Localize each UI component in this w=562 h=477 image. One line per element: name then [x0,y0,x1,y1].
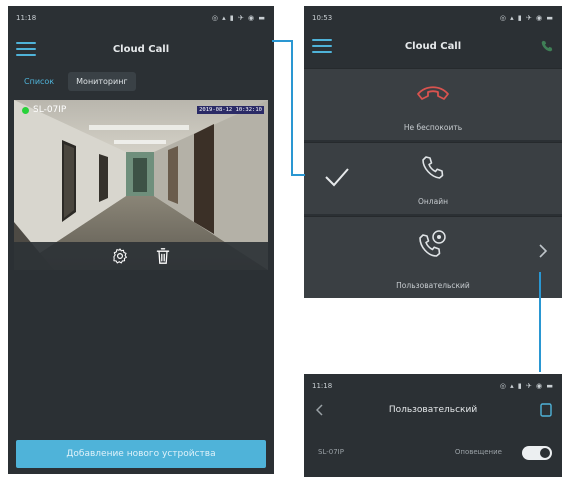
device-list-screen: 11:18 ◎ ▴ ▮ ✈ ◉ ▬ Cloud Call Список Мони… [8,6,274,474]
call-mode-screen: 10:53 ◎ ▴ ▮ ✈ ◉ ▬ Cloud Call Не беспокои… [304,6,562,298]
menu-icon[interactable] [312,39,332,53]
app-bar: Cloud Call [304,28,562,64]
save-icon[interactable] [540,403,552,417]
camera-toolbar [14,242,268,270]
device-name: SL-07IP [318,448,344,456]
status-icons: ◎ ▴ ▮ ✈ ◉ ▬ [499,382,554,390]
chevron-right-icon [539,244,548,258]
status-icons: ◎ ▴ ▮ ✈ ◉ ▬ [211,14,266,22]
option-do-not-disturb[interactable]: Не беспокоить [304,68,562,140]
app-bar: Cloud Call [8,30,274,68]
option-label: Онлайн [418,197,448,206]
connector-line [272,40,293,42]
option-custom[interactable]: Пользовательский [304,216,562,298]
option-online[interactable]: Онлайн [304,142,562,214]
app-title: Cloud Call [112,43,170,55]
camera-name-label: SL-07IP [22,105,66,115]
back-icon[interactable] [316,404,324,416]
tab-monitoring[interactable]: Мониторинг [68,72,136,91]
status-bar: 10:53 ◎ ▴ ▮ ✈ ◉ ▬ [304,6,562,30]
status-time: 11:18 [16,14,37,22]
gear-icon[interactable] [111,247,129,265]
alert-label: Оповещение [454,448,502,456]
stage: 11:18 ◎ ▴ ▮ ✈ ◉ ▬ Cloud Call Список Мони… [0,0,562,477]
camera-timestamp: 2019-08-12 10:32:10 [197,106,264,114]
phone-icon[interactable] [540,39,554,53]
status-bar: 11:18 ◎ ▴ ▮ ✈ ◉ ▬ [304,374,562,398]
status-bar: 11:18 ◎ ▴ ▮ ✈ ◉ ▬ [8,6,274,30]
connector-line [291,40,293,176]
app-title: Cloud Call [404,40,462,52]
status-time: 10:53 [312,14,333,22]
view-tabs: Список Мониторинг [16,72,136,91]
status-time: 11:18 [312,382,333,390]
online-dot [22,106,29,114]
tab-list[interactable]: Список [16,72,62,91]
phone-settings-icon [419,230,446,257]
camera-name: SL-07IP [33,105,67,115]
status-icons: ◎ ▴ ▮ ✈ ◉ ▬ [499,14,554,22]
app-bar: Пользовательский [304,396,562,424]
connector-line [291,174,305,176]
camera-preview[interactable]: SL-07IP 2019-08-12 10:32:10 [14,100,268,270]
phone-hangup-icon [417,86,449,100]
alert-toggle[interactable] [522,446,552,460]
trash-icon[interactable] [155,247,171,265]
option-label: Не беспокоить [403,123,463,132]
add-device-button[interactable]: Добавление нового устройства [16,440,266,468]
connector-line [539,272,541,372]
screen-title: Пользовательский [388,405,478,415]
phone-icon [422,156,444,179]
option-label: Пользовательский [396,281,470,290]
custom-mode-screen: 11:18 ◎ ▴ ▮ ✈ ◉ ▬ Пользовательский SL-07… [304,374,562,477]
menu-icon[interactable] [16,42,36,56]
checkmark-icon [325,168,349,187]
